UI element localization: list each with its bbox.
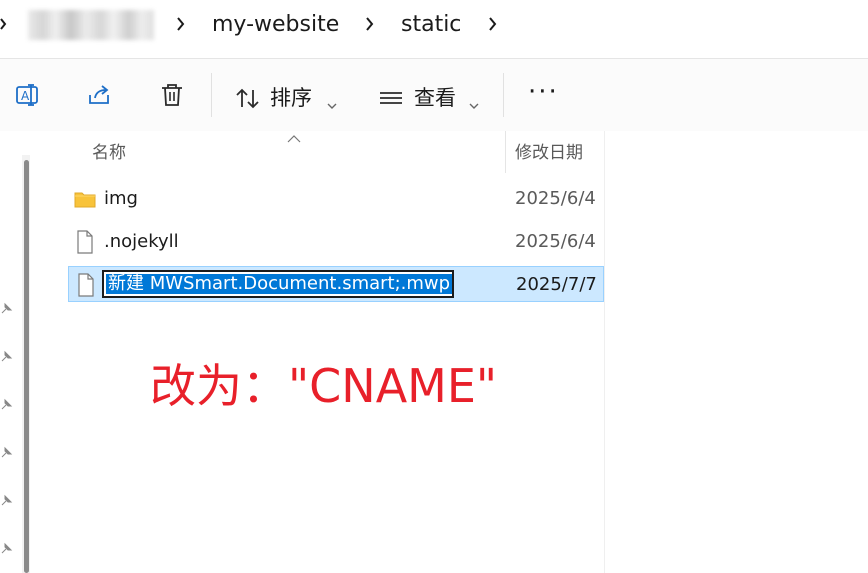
- pin-icon: [0, 444, 14, 458]
- file-date: 2025/7/7: [516, 274, 597, 295]
- folder-icon: [74, 187, 96, 211]
- file-name: .nojekyll: [104, 231, 179, 252]
- file-icon: [75, 273, 97, 297]
- annotation-text: 改为："CNAME": [150, 359, 498, 413]
- rename-input-text[interactable]: 新建 MWSmart.Document.smart;.mwp: [106, 274, 453, 294]
- sort-button[interactable]: 排序: [270, 85, 312, 111]
- chevron-right-icon[interactable]: [365, 14, 375, 34]
- file-date: 2025/6/4: [515, 231, 596, 252]
- chevron-right-icon[interactable]: [176, 14, 186, 34]
- column-divider: [604, 131, 605, 573]
- sort-icon[interactable]: [234, 85, 262, 113]
- view-button[interactable]: 查看: [414, 85, 456, 111]
- chevron-right-icon[interactable]: [488, 14, 498, 34]
- more-options-button[interactable]: ···: [528, 77, 559, 107]
- file-name: img: [104, 188, 138, 209]
- column-header-name[interactable]: 名称: [92, 142, 126, 164]
- pin-icon: [0, 300, 14, 314]
- command-bar: A 排序 查看 ···: [0, 58, 868, 132]
- pin-icon: [0, 492, 14, 506]
- file-row-selected[interactable]: 新建 MWSmart.Document.smart;.mwp 2025/7/7: [68, 266, 604, 302]
- sort-ascending-icon: [287, 128, 301, 143]
- svg-text:A: A: [21, 89, 30, 103]
- column-divider[interactable]: [505, 131, 506, 173]
- scrollbar-thumb[interactable]: [24, 160, 29, 573]
- rename-icon[interactable]: A: [14, 81, 42, 109]
- chevron-down-icon[interactable]: [327, 95, 337, 109]
- pin-icon: [0, 348, 14, 362]
- toolbar-divider: [503, 73, 504, 117]
- delete-icon[interactable]: [158, 81, 186, 109]
- blurred-breadcrumb-item: [28, 10, 154, 40]
- share-icon[interactable]: [86, 81, 114, 109]
- pin-icon: [0, 396, 14, 410]
- file-row-img[interactable]: img 2025/6/4: [68, 181, 604, 217]
- pin-icon: [0, 540, 14, 554]
- breadcrumb-item-static[interactable]: static: [401, 10, 461, 40]
- chevron-down-icon[interactable]: [469, 95, 479, 109]
- chevron-right-icon[interactable]: [0, 14, 10, 34]
- column-header-date-modified[interactable]: 修改日期: [515, 142, 583, 164]
- address-bar: my-website static: [0, 0, 868, 56]
- breadcrumb-item-my-website[interactable]: my-website: [212, 10, 339, 40]
- file-date: 2025/6/4: [515, 188, 596, 209]
- view-icon[interactable]: [378, 85, 406, 113]
- file-row-nojekyll[interactable]: .nojekyll 2025/6/4: [68, 224, 604, 260]
- rename-input[interactable]: 新建 MWSmart.Document.smart;.mwp: [102, 270, 454, 298]
- toolbar-divider: [211, 73, 212, 117]
- file-icon: [74, 230, 96, 254]
